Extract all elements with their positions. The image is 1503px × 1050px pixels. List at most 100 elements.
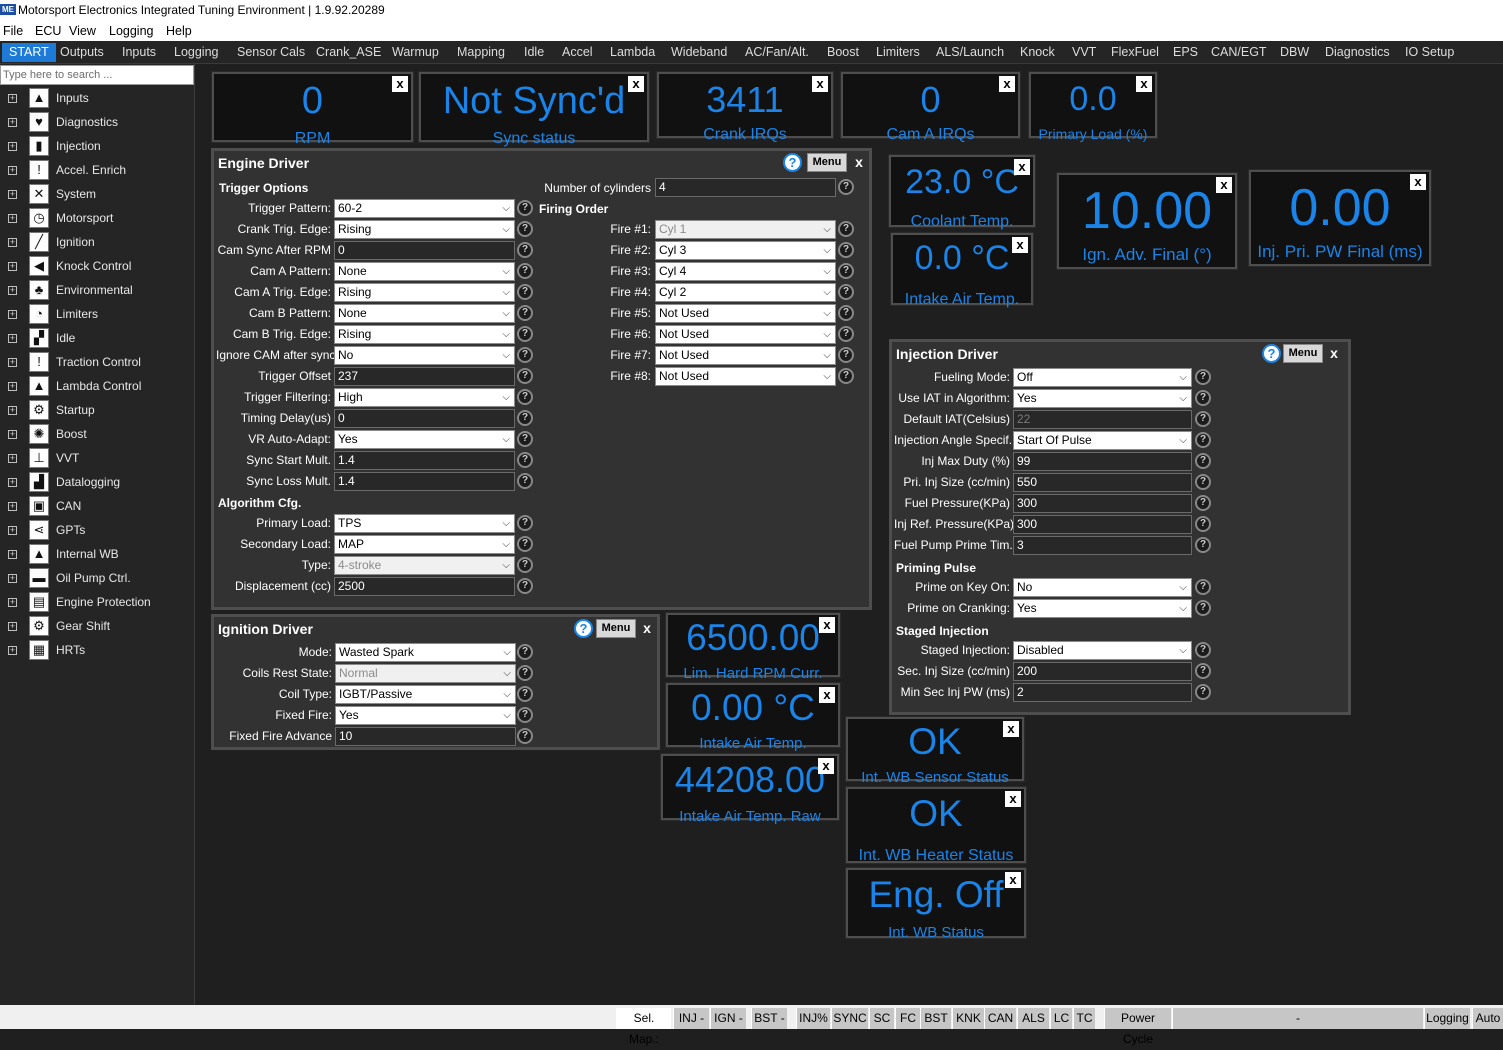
help-icon[interactable]: ? xyxy=(1195,663,1211,679)
expand-icon[interactable]: + xyxy=(8,526,17,535)
tab-als-launch[interactable]: ALS/Launch xyxy=(936,43,1004,62)
help-icon[interactable]: ? xyxy=(517,707,533,723)
help-icon[interactable]: ? xyxy=(838,347,854,363)
expand-icon[interactable]: + xyxy=(8,598,17,607)
number-of-cylinders-input[interactable]: 4 xyxy=(655,178,836,197)
fire-4-select[interactable]: Cyl 2 ⌵ xyxy=(655,283,836,302)
expand-icon[interactable]: + xyxy=(8,214,17,223)
tab-logging[interactable]: Logging xyxy=(174,43,219,62)
help-icon[interactable]: ? xyxy=(1195,684,1211,700)
tab-warmup[interactable]: Warmup xyxy=(392,43,439,62)
status-sc[interactable]: SC xyxy=(869,1008,894,1029)
help-icon[interactable]: ? xyxy=(517,284,533,300)
help-icon[interactable]: ? xyxy=(1195,495,1211,511)
help-icon[interactable]: ? xyxy=(838,242,854,258)
status-inj[interactable]: INJ% xyxy=(796,1008,830,1029)
status-bst[interactable]: BST - xyxy=(751,1008,787,1029)
prime-on-key-on-select[interactable]: No ⌵ xyxy=(1013,578,1192,597)
help-icon[interactable]: ? xyxy=(838,221,854,237)
help-icon[interactable]: ? xyxy=(517,728,533,744)
primary-load-select[interactable]: TPS ⌵ xyxy=(334,514,515,533)
help-icon[interactable]: ? xyxy=(1195,474,1211,490)
cam-b-trig-edge-select[interactable]: Rising ⌵ xyxy=(334,325,515,344)
tab-io-setup[interactable]: IO Setup xyxy=(1405,43,1454,62)
close-icon[interactable]: x xyxy=(1410,174,1426,190)
trigger-offset-input[interactable]: 237 xyxy=(334,367,515,386)
injection-angle-specif-select[interactable]: Start Of Pulse ⌵ xyxy=(1013,431,1192,450)
panel-menu-button[interactable]: Menu xyxy=(596,619,636,638)
expand-icon[interactable]: + xyxy=(8,118,17,127)
displacement-cc-input[interactable]: 2500 xyxy=(334,577,515,596)
status-power-cycle[interactable]: Power Cycle xyxy=(1104,1008,1171,1046)
cam-sync-after-rpm-input[interactable]: 0 xyxy=(334,241,515,260)
tab-mapping[interactable]: Mapping xyxy=(457,43,505,62)
help-icon[interactable]: ? xyxy=(1195,453,1211,469)
expand-icon[interactable]: + xyxy=(8,262,17,271)
trigger-filtering-select[interactable]: High ⌵ xyxy=(334,388,515,407)
status-knk[interactable]: KNK xyxy=(952,1008,984,1029)
ignore-cam-after-sync-select[interactable]: No ⌵ xyxy=(334,346,515,365)
expand-icon[interactable]: + xyxy=(8,142,17,151)
close-icon[interactable]: x xyxy=(1003,721,1019,737)
help-icon[interactable]: ? xyxy=(838,368,854,384)
expand-icon[interactable]: + xyxy=(8,574,17,583)
tab-crank-ase[interactable]: Crank_ASE xyxy=(316,43,381,62)
close-icon[interactable]: x xyxy=(392,76,408,92)
menu-help[interactable]: Help xyxy=(166,24,192,38)
expand-icon[interactable]: + xyxy=(8,190,17,199)
expand-icon[interactable]: + xyxy=(8,286,17,295)
help-icon[interactable]: ? xyxy=(517,578,533,594)
help-icon[interactable]: ? xyxy=(517,665,533,681)
close-icon[interactable]: x xyxy=(628,76,644,92)
status-field[interactable]: - xyxy=(1172,1008,1423,1029)
sidebar-item-traction-control[interactable]: +! Traction Control xyxy=(0,351,194,373)
help-icon[interactable]: ? xyxy=(517,431,533,447)
close-icon[interactable]: x xyxy=(819,617,835,633)
help-icon[interactable]: ? xyxy=(517,557,533,573)
sidebar-item-environmental[interactable]: + ♣ Environmental xyxy=(0,279,194,301)
close-icon[interactable]: x xyxy=(1012,237,1028,253)
help-icon[interactable]: ? xyxy=(517,221,533,237)
help-icon[interactable]: ? xyxy=(1262,344,1281,363)
status-bst[interactable]: BST xyxy=(920,1008,951,1029)
fire-7-select[interactable]: Not Used ⌵ xyxy=(655,346,836,365)
cam-b-pattern-select[interactable]: None ⌵ xyxy=(334,304,515,323)
tab-ac-fan-alt-[interactable]: AC/Fan/Alt. xyxy=(745,43,809,62)
close-icon[interactable]: x xyxy=(851,154,867,170)
help-icon[interactable]: ? xyxy=(517,644,533,660)
sidebar-item-engine-protection[interactable]: + ▤ Engine Protection xyxy=(0,591,194,613)
prime-on-cranking-select[interactable]: Yes ⌵ xyxy=(1013,599,1192,618)
tab-vvt[interactable]: VVT xyxy=(1072,43,1096,62)
fire-3-select[interactable]: Cyl 4 ⌵ xyxy=(655,262,836,281)
expand-icon[interactable]: + xyxy=(8,166,17,175)
inj-max-duty-input[interactable]: 99 xyxy=(1013,452,1192,471)
help-icon[interactable]: ? xyxy=(517,347,533,363)
fixed-fire-advance-input[interactable]: 10 xyxy=(335,727,516,746)
sidebar-item-idle[interactable]: + ▞ Idle xyxy=(0,327,194,349)
help-icon[interactable]: ? xyxy=(1195,579,1211,595)
panel-menu-button[interactable]: Menu xyxy=(1283,344,1323,363)
tab-diagnostics[interactable]: Diagnostics xyxy=(1325,43,1390,62)
fuel-pressure-kpa-input[interactable]: 300 xyxy=(1013,494,1192,513)
status-can[interactable]: CAN xyxy=(984,1008,1016,1029)
status-tc[interactable]: TC xyxy=(1073,1008,1095,1029)
fire-5-select[interactable]: Not Used ⌵ xyxy=(655,304,836,323)
close-icon[interactable]: x xyxy=(819,687,835,703)
help-icon[interactable]: ? xyxy=(517,452,533,468)
help-icon[interactable]: ? xyxy=(574,619,593,638)
help-icon[interactable]: ? xyxy=(1195,432,1211,448)
close-icon[interactable]: x xyxy=(1005,872,1021,888)
menu-logging[interactable]: Logging xyxy=(109,24,154,38)
close-icon[interactable]: x xyxy=(818,758,834,774)
fueling-mode-select[interactable]: Off ⌵ xyxy=(1013,368,1192,387)
help-icon[interactable]: ? xyxy=(838,305,854,321)
sidebar-item-gpts[interactable]: + ⋖ GPTs xyxy=(0,519,194,541)
tab-knock[interactable]: Knock xyxy=(1020,43,1055,62)
min-sec-inj-pw-ms-input[interactable]: 2 xyxy=(1013,683,1192,702)
menu-file[interactable]: File xyxy=(3,24,23,38)
sync-start-mult-input[interactable]: 1.4 xyxy=(334,451,515,470)
help-icon[interactable]: ? xyxy=(517,305,533,321)
status-auto[interactable]: Auto xyxy=(1472,1008,1503,1029)
help-icon[interactable]: ? xyxy=(517,686,533,702)
sidebar-item-limiters[interactable]: + ◔ Limiters xyxy=(0,303,194,325)
